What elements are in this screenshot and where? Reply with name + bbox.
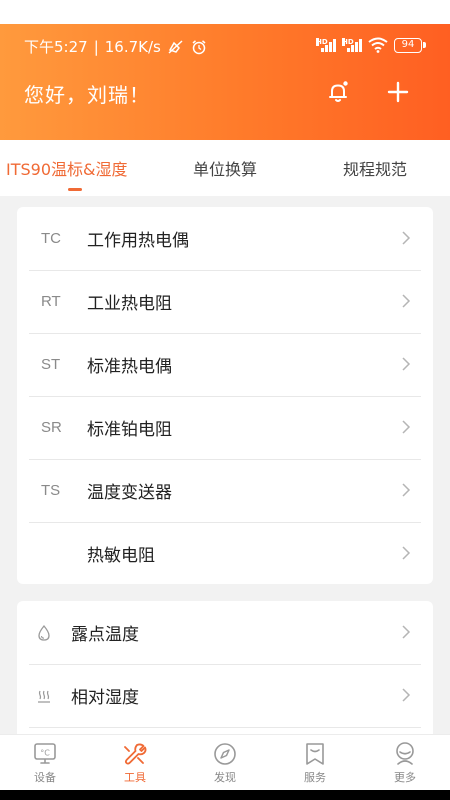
greeting-text: 您好，刘瑞！: [24, 83, 150, 107]
app-header: 下午5:27 | 16.7K/s HD HD 94 您好，刘瑞！: [0, 24, 450, 140]
tab-regulations[interactable]: 规程规范: [343, 156, 407, 180]
chevron-right-icon: [402, 546, 411, 560]
item-code: RT: [41, 293, 61, 310]
list-item-sr[interactable]: SR 标准铂电阻: [17, 396, 433, 459]
item-label: 工作用热电偶: [87, 231, 189, 251]
item-label: 热敏电阻: [87, 546, 155, 566]
system-gesture-bar: [0, 790, 450, 800]
signal-icon-2: HD: [342, 38, 362, 52]
temperature-list-card: TC 工作用热电偶 RT 工业热电阻 ST 标准热电偶 SR 标准铂电阻 TS …: [17, 207, 433, 584]
status-time: 下午5:27: [24, 38, 88, 56]
chevron-right-icon: [402, 231, 411, 245]
chevron-right-icon: [402, 483, 411, 497]
chevron-right-icon: [402, 294, 411, 308]
list-item-thermistor[interactable]: 热敏电阻: [17, 522, 433, 584]
mute-vibrate-icon: [168, 39, 183, 54]
item-label: 工业热电阻: [87, 294, 172, 314]
item-code: SR: [41, 419, 62, 436]
item-code: TS: [41, 482, 61, 499]
nav-more[interactable]: 更多: [375, 741, 435, 785]
nav-label: 更多: [394, 771, 416, 784]
nav-service[interactable]: 服务: [285, 741, 345, 785]
item-label: 露点温度: [71, 625, 139, 645]
top-band: [0, 0, 450, 24]
droplet-icon: [17, 624, 71, 642]
list-item-tc[interactable]: TC 工作用热电偶: [17, 207, 433, 270]
item-label: 相对湿度: [71, 688, 139, 708]
nav-label: 服务: [304, 771, 326, 784]
item-code: ST: [41, 356, 61, 373]
wifi-icon: [368, 37, 388, 53]
bottom-navigation: °C 设备 工具 发现 服务 更多: [0, 734, 450, 790]
nav-tools[interactable]: 工具: [105, 741, 165, 785]
list-item-rt[interactable]: RT 工业热电阻: [17, 270, 433, 333]
chevron-right-icon: [402, 625, 411, 639]
tab-unit-conversion[interactable]: 单位换算: [193, 156, 257, 180]
list-item-relative-humidity[interactable]: 相对湿度: [17, 664, 433, 727]
item-label: 标准铂电阻: [87, 420, 172, 440]
nav-label: 工具: [124, 771, 146, 784]
battery-indicator: 94: [394, 37, 422, 53]
add-icon[interactable]: [386, 80, 410, 104]
compass-icon: [214, 743, 236, 765]
status-bar: 下午5:27 | 16.7K/s HD HD 94: [0, 24, 450, 66]
active-tab-indicator: [68, 188, 82, 191]
humidity-list-card: 露点温度 相对湿度: [17, 601, 433, 741]
item-label: 标准热电偶: [87, 357, 172, 377]
nav-label: 设备: [34, 771, 56, 784]
item-code: TC: [41, 230, 61, 247]
notification-bell-icon[interactable]: [326, 80, 350, 104]
svg-text:°C: °C: [40, 749, 50, 758]
nav-label: 发现: [214, 771, 236, 784]
header-actions: [326, 80, 410, 104]
chevron-right-icon: [402, 420, 411, 434]
heat-waves-icon: [17, 687, 71, 705]
wrench-icon: [124, 743, 147, 765]
status-right-group: HD HD 94: [316, 36, 426, 54]
tab-bar: ITS90温标&湿度 单位换算 规程规范: [0, 140, 450, 196]
list-item-dew-point[interactable]: 露点温度: [17, 601, 433, 664]
signal-icon: HD: [316, 38, 336, 52]
chevron-right-icon: [402, 688, 411, 702]
thermometer-monitor-icon: °C: [34, 743, 56, 764]
nav-devices[interactable]: °C 设备: [15, 741, 75, 785]
tab-its90[interactable]: ITS90温标&湿度: [6, 156, 128, 180]
status-separator: |: [93, 37, 99, 56]
item-label: 温度变送器: [87, 483, 172, 503]
nav-discover[interactable]: 发现: [195, 741, 255, 785]
bookmark-icon: [306, 743, 324, 765]
alarm-clock-icon: [192, 39, 206, 54]
list-item-st[interactable]: ST 标准热电偶: [17, 333, 433, 396]
network-speed: 16.7K/s: [104, 37, 161, 56]
robot-icon: [396, 742, 414, 765]
chevron-right-icon: [402, 357, 411, 371]
list-item-ts[interactable]: TS 温度变送器: [17, 459, 433, 522]
status-time-group: 下午5:27 | 16.7K/s: [24, 36, 207, 57]
battery-nub: [423, 42, 426, 48]
